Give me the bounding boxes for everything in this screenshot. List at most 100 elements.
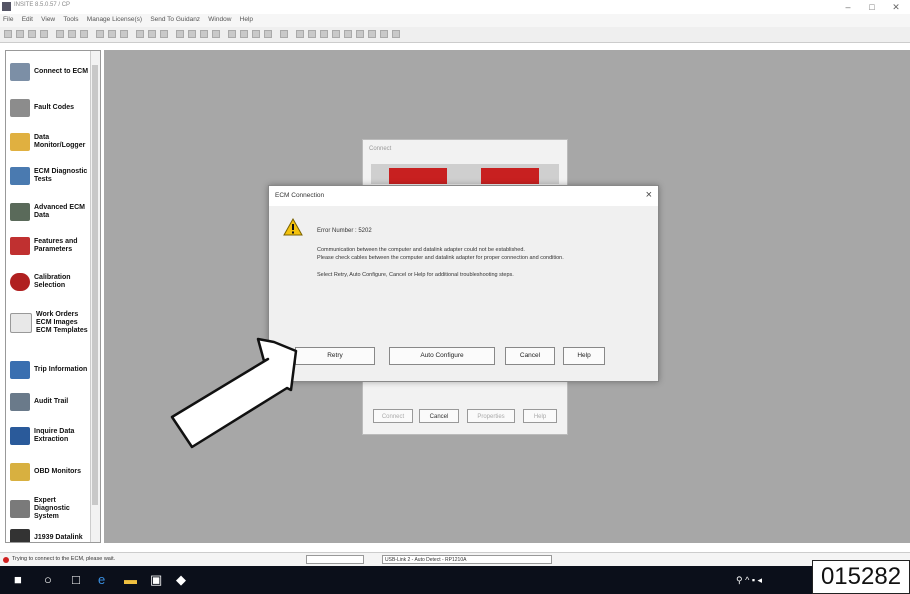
toolbar-button[interactable] [108, 30, 116, 38]
toolbar-button[interactable] [40, 30, 48, 38]
search-icon[interactable]: ○ [44, 572, 52, 587]
sidebar-item-audit-trail[interactable]: Audit Trail [10, 393, 92, 411]
sidebar-item-j1939-datalink[interactable]: J1939 Datalink [10, 529, 92, 542]
toolbar-button[interactable] [28, 30, 36, 38]
sidebar-item-label: J1939 Datalink [34, 534, 83, 541]
status-message: Trying to connect to the ECM, please wai… [12, 556, 116, 562]
trip-icon [10, 361, 30, 379]
toolbar-button[interactable] [4, 30, 12, 38]
sidebar-item-label: Work Orders ECM Images ECM Templates [36, 311, 88, 334]
close-icon[interactable]: ✕ [886, 0, 906, 14]
toolbar-button[interactable] [280, 30, 288, 38]
properties-button[interactable]: Properties [467, 409, 515, 423]
menu-view[interactable]: View [38, 14, 58, 25]
toolbar-button[interactable] [68, 30, 76, 38]
toolbar-button[interactable] [264, 30, 272, 38]
menu-tools[interactable]: Tools [60, 14, 81, 25]
system-tray-icons[interactable]: ⚲ ^ ▪ ◂ [736, 575, 762, 586]
sidebar-item-label: Inquire Data Extraction [34, 428, 75, 443]
windows-start-icon[interactable]: ■ [14, 572, 22, 587]
pinned-app-icon[interactable]: ◆ [176, 572, 186, 588]
toolbar-button[interactable] [136, 30, 144, 38]
minimize-icon[interactable]: – [838, 0, 858, 14]
connect-cancel-button[interactable]: Cancel [419, 409, 459, 423]
sidebar-item-data-monitor-logger[interactable]: Data Monitor/Logger [10, 133, 92, 151]
task-view-icon[interactable]: □ [72, 572, 80, 587]
toolbar-button[interactable] [252, 30, 260, 38]
sidebar-item-advanced-ecm-data[interactable]: Advanced ECM Data [10, 203, 92, 221]
toolbar-button[interactable] [200, 30, 208, 38]
toolbar-button[interactable] [380, 30, 388, 38]
toolbar-button[interactable] [212, 30, 220, 38]
toolbar-button[interactable] [240, 30, 248, 38]
toolbar-button[interactable] [16, 30, 24, 38]
sidebar-item-label: Data Monitor/Logger [34, 134, 86, 149]
adapter-selector[interactable]: USB-Link 2 - Auto Detect - RP1210A [382, 555, 552, 564]
help-button[interactable]: Help [563, 347, 605, 365]
toolbar-button[interactable] [160, 30, 168, 38]
error-number: Error Number : 5202 [317, 228, 372, 234]
menu-edit[interactable]: Edit [19, 14, 36, 25]
window-title: INSITE 8.5.0.57 / CP [14, 2, 71, 8]
window-titlebar: INSITE 8.5.0.57 / CP – □ ✕ [0, 0, 910, 14]
toolbar [0, 27, 910, 43]
sidebar-item-connect-to-ecm[interactable]: Connect to ECM [10, 63, 92, 81]
features-icon [10, 237, 30, 255]
sidebar-item-inquire-data-extraction[interactable]: Inquire Data Extraction [10, 427, 92, 445]
menu-window[interactable]: Window [205, 14, 234, 25]
toolbar-button[interactable] [344, 30, 352, 38]
monitor-icon [10, 133, 30, 151]
toolbar-button[interactable] [320, 30, 328, 38]
sidebar-scrollbar[interactable] [90, 51, 100, 542]
sidebar-item-obd-monitors[interactable]: OBD Monitors [10, 463, 92, 481]
toolbar-button[interactable] [228, 30, 236, 38]
reference-number: 015282 [812, 560, 910, 594]
toolbar-button[interactable] [188, 30, 196, 38]
toolbar-button[interactable] [308, 30, 316, 38]
sidebar-item-calibration-selection[interactable]: Calibration Selection [10, 273, 92, 291]
sidebar-item-fault-codes[interactable]: Fault Codes [10, 99, 92, 117]
connect-help-button[interactable]: Help [523, 409, 557, 423]
sidebar-item-features-and-parameters[interactable]: Features and Parameters [10, 237, 92, 255]
menu-help[interactable]: Help [237, 14, 256, 25]
toolbar-button[interactable] [80, 30, 88, 38]
toolbar-button[interactable] [120, 30, 128, 38]
scrollbar-thumb[interactable] [92, 65, 98, 505]
close-icon[interactable]: × [646, 189, 652, 201]
sidebar-item-label: ECM Diagnostic Tests [34, 168, 88, 183]
toolbar-button[interactable] [96, 30, 104, 38]
sidebar-item-trip-information[interactable]: Trip Information [10, 361, 92, 379]
maximize-icon[interactable]: □ [862, 0, 882, 14]
cancel-button[interactable]: Cancel [505, 347, 555, 365]
diagnostic-icon [10, 167, 30, 185]
insite-app-icon[interactable]: ▣ [150, 572, 162, 588]
menu-send-to-guidanz[interactable]: Send To Guidanz [147, 14, 203, 25]
sidebar-item-label: OBD Monitors [34, 468, 82, 475]
toolbar-button[interactable] [392, 30, 400, 38]
auto-configure-button[interactable]: Auto Configure [389, 347, 495, 365]
callout-arrow [170, 337, 298, 449]
inquire-icon [10, 427, 30, 445]
menu-manage-licenses[interactable]: Manage License(s) [84, 14, 145, 25]
toolbar-button[interactable] [296, 30, 304, 38]
dialog-titlebar: ECM Connection × [269, 186, 658, 206]
toolbar-button[interactable] [332, 30, 340, 38]
sidebar-item-expert-diagnostic-system[interactable]: Expert Diagnostic System [10, 497, 92, 521]
edge-browser-icon[interactable]: e [98, 572, 105, 587]
toolbar-button[interactable] [356, 30, 364, 38]
sidebar-item-ecm-diagnostic-tests[interactable]: ECM Diagnostic Tests [10, 167, 92, 185]
sidebar-item-work-orders[interactable]: Work Orders ECM Images ECM Templates [10, 311, 92, 335]
toolbar-button[interactable] [148, 30, 156, 38]
toolbar-button[interactable] [368, 30, 376, 38]
expert-icon [10, 500, 30, 518]
file-explorer-icon[interactable]: ▬ [124, 572, 137, 587]
sidebar-item-label: Advanced ECM Data [34, 204, 85, 219]
toolbar-button[interactable] [176, 30, 184, 38]
status-indicator-icon [3, 557, 9, 563]
connect-button[interactable]: Connect [373, 409, 413, 423]
menu-file[interactable]: File [0, 14, 16, 25]
connect-window-title: Connect [369, 146, 392, 152]
sidebar-item-label: Expert Diagnostic System [34, 497, 70, 520]
toolbar-button[interactable] [56, 30, 64, 38]
sidebar-item-label: Trip Information [34, 366, 88, 373]
